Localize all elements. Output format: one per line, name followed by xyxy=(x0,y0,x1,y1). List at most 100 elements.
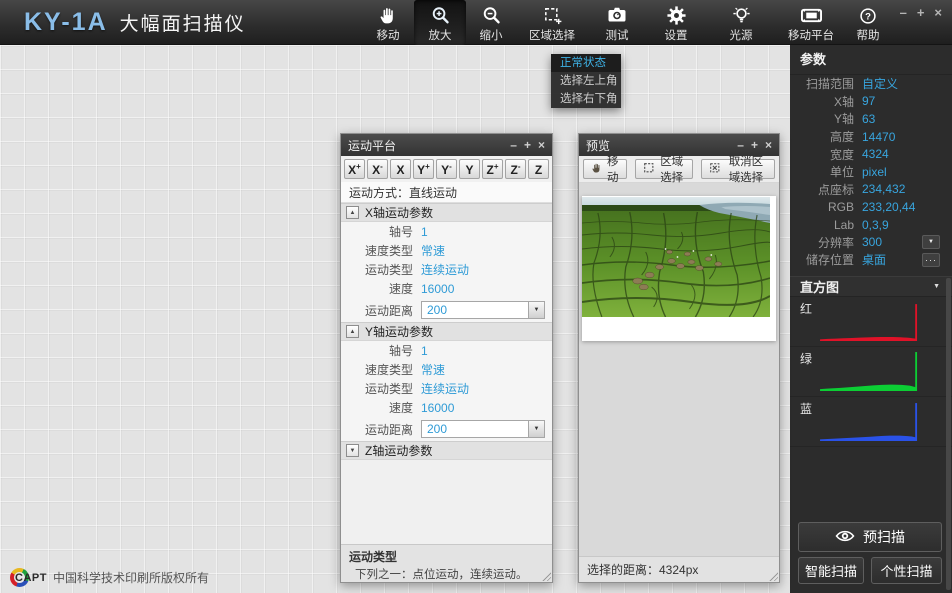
axis-button-x-minus[interactable]: X- xyxy=(367,159,388,179)
field-label: 运动类型 xyxy=(341,380,413,397)
param-label: Lab xyxy=(790,218,854,232)
axis-button-x-plus[interactable]: X+ xyxy=(344,159,365,179)
app-window: KY-1A 大幅面扫描仪 移动 放大 缩小 xyxy=(0,0,952,593)
field-value[interactable]: 16000 xyxy=(421,401,454,415)
window-minimize-button[interactable]: – xyxy=(900,6,907,20)
resize-grip[interactable] xyxy=(768,571,778,581)
z-axis-section-header[interactable]: ▼ Z轴运动参数 xyxy=(341,441,552,460)
param-value[interactable]: 桌面 xyxy=(862,251,886,268)
param-label: 点座标 xyxy=(790,181,854,198)
menu-item-select-bottom-right[interactable]: 选择右下角 xyxy=(551,90,621,108)
collapse-up-icon[interactable]: ▲ xyxy=(346,206,359,219)
param-label: 分辨率 xyxy=(790,234,854,251)
field-value[interactable]: 常速 xyxy=(421,242,445,259)
resolution-dropdown-button[interactable]: ▼ xyxy=(922,235,940,249)
param-value[interactable]: 4324 xyxy=(862,147,889,161)
chevron-down-icon[interactable]: ▼ xyxy=(528,421,544,437)
field-value[interactable]: 1 xyxy=(421,225,428,239)
x-distance-combobox[interactable]: 200 ▼ xyxy=(421,301,545,319)
y-distance-combobox[interactable]: 200 ▼ xyxy=(421,420,545,438)
panel-close-button[interactable]: × xyxy=(538,138,545,152)
axis-button-z[interactable]: Z xyxy=(528,159,549,179)
tool-zoom-out[interactable]: 缩小 xyxy=(466,0,516,45)
zoom-in-icon xyxy=(430,3,451,26)
param-value[interactable]: 63 xyxy=(862,112,875,126)
collapse-down-icon[interactable]: ▼ xyxy=(346,444,359,457)
motion-panel-titlebar[interactable]: 运动平台 – + × xyxy=(341,134,552,156)
tool-zoom-in[interactable]: 放大 xyxy=(414,0,466,45)
tool-test[interactable]: 测试 xyxy=(588,0,646,45)
param-value[interactable]: 自定义 xyxy=(862,75,898,92)
field-value[interactable]: 16000 xyxy=(421,282,454,296)
param-row: 高度 14470 xyxy=(790,128,952,146)
panel-maximize-button[interactable]: + xyxy=(524,138,531,152)
param-label: 宽度 xyxy=(790,146,854,163)
param-value[interactable]: 97 xyxy=(862,94,875,108)
axis-button-y-plus[interactable]: Y+ xyxy=(413,159,434,179)
field-label: 速度类型 xyxy=(341,242,413,259)
tool-settings[interactable]: 设置 xyxy=(646,0,706,45)
preview-image-area[interactable] xyxy=(579,183,779,556)
axis-button-x[interactable]: X xyxy=(390,159,411,179)
smart-scan-button[interactable]: 智能扫描 xyxy=(798,557,864,584)
histogram-header[interactable]: 直方图 ▼ xyxy=(790,276,952,297)
param-row: 扫描范围 自定义 xyxy=(790,75,952,93)
menu-item-select-top-left[interactable]: 选择左上角 xyxy=(551,72,621,90)
panel-minimize-button[interactable]: – xyxy=(737,138,744,152)
preview-cancel-region-button[interactable]: 取消区域选择 xyxy=(701,159,775,179)
axis-button-z-minus[interactable]: Z- xyxy=(505,159,526,179)
region-select-icon xyxy=(643,162,655,177)
preview-status-bar: 选择的距离：4324px xyxy=(579,556,779,582)
param-row: 速度 16000 xyxy=(341,279,552,298)
param-value[interactable]: pixel xyxy=(862,165,887,179)
prescan-button[interactable]: 预扫描 xyxy=(798,522,942,552)
custom-scan-button[interactable]: 个性扫描 xyxy=(871,557,942,584)
tool-help[interactable]: ? 帮助 xyxy=(846,0,890,45)
axis-button-y[interactable]: Y xyxy=(459,159,480,179)
param-value: 234,432 xyxy=(862,182,905,196)
help-icon: ? xyxy=(858,3,878,26)
tool-motion-platform[interactable]: 移动平台 xyxy=(776,0,846,45)
panel-close-button[interactable]: × xyxy=(765,138,772,152)
param-label: RGB xyxy=(790,200,854,214)
menu-item-normal-state[interactable]: 正常状态 xyxy=(551,54,621,72)
field-value[interactable]: 1 xyxy=(421,344,428,358)
param-value[interactable]: 300 xyxy=(862,235,882,249)
preview-region-select-button[interactable]: 区域选择 xyxy=(635,159,693,179)
y-axis-section-header[interactable]: ▲ Y轴运动参数 xyxy=(341,322,552,341)
selection-distance-status: 选择的距离：4324px xyxy=(587,563,698,577)
preview-move-button[interactable]: 移动 xyxy=(583,159,627,179)
param-row: 点座标 234,432 xyxy=(790,181,952,199)
field-label: 轴号 xyxy=(341,342,413,359)
tool-region-select[interactable]: 区域选择 xyxy=(516,0,588,45)
field-value[interactable]: 常速 xyxy=(421,361,445,378)
window-close-button[interactable]: × xyxy=(934,6,942,20)
preview-photo xyxy=(582,197,770,317)
collapse-up-icon[interactable]: ▲ xyxy=(346,325,359,338)
sidebar-scrollbar[interactable] xyxy=(946,278,951,590)
browse-location-button[interactable]: ··· xyxy=(922,253,940,267)
field-value[interactable]: 连续运动 xyxy=(421,380,469,397)
tool-label: 移动 xyxy=(377,27,400,43)
tool-light-source[interactable]: 光源 xyxy=(706,0,776,45)
field-value[interactable]: 连续运动 xyxy=(421,261,469,278)
platform-icon xyxy=(800,3,823,26)
capt-logo-text: CAPT xyxy=(15,572,47,584)
panel-minimize-button[interactable]: – xyxy=(510,138,517,152)
panel-maximize-button[interactable]: + xyxy=(751,138,758,152)
histogram-title: 直方图 xyxy=(800,277,839,296)
param-row: 轴号 1 xyxy=(341,341,552,360)
axis-button-y-minus[interactable]: Y- xyxy=(436,159,457,179)
param-label: 单位 xyxy=(790,163,854,180)
param-value[interactable]: 14470 xyxy=(862,130,895,144)
window-controls: – + × xyxy=(900,6,942,20)
window-maximize-button[interactable]: + xyxy=(917,6,925,20)
chevron-down-icon[interactable]: ▼ xyxy=(528,302,544,318)
field-label: 速度 xyxy=(341,399,413,416)
camera-icon xyxy=(606,3,628,26)
x-axis-section-header[interactable]: ▲ X轴运动参数 xyxy=(341,203,552,222)
axis-button-z-plus[interactable]: Z+ xyxy=(482,159,503,179)
tool-move[interactable]: 移动 xyxy=(362,0,414,45)
tool-label: 放大 xyxy=(429,27,452,43)
section-title: X轴运动参数 xyxy=(365,204,433,221)
